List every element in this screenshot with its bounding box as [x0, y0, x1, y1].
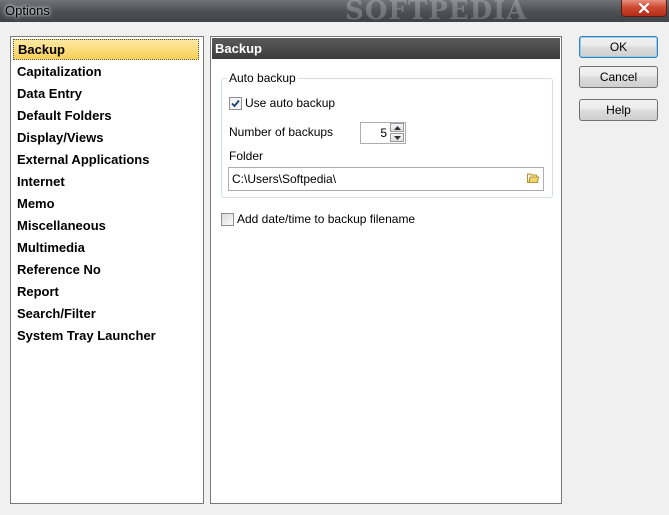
category-item-external-applications[interactable]: External Applications — [13, 149, 199, 170]
arrow-up-icon — [393, 125, 401, 130]
cancel-button[interactable]: Cancel — [579, 66, 658, 88]
window-title: Options — [5, 3, 50, 18]
category-item-display-views[interactable]: Display/Views — [13, 127, 199, 148]
category-item-report[interactable]: Report — [13, 281, 199, 302]
help-button[interactable]: Help — [579, 99, 658, 121]
category-item-default-folders[interactable]: Default Folders — [13, 105, 199, 126]
category-item-capitalization[interactable]: Capitalization — [13, 61, 199, 82]
auto-backup-group-title: Auto backup — [227, 71, 298, 85]
close-button[interactable] — [621, 0, 667, 17]
category-item-internet[interactable]: Internet — [13, 171, 199, 192]
auto-backup-group: Auto backup Use auto backup Number of ba… — [221, 71, 553, 198]
arrow-down-icon — [393, 135, 401, 140]
folder-icon[interactable] — [527, 173, 539, 183]
folder-path-value[interactable]: C:\Users\Softpedia\ — [232, 172, 336, 186]
number-of-backups-value[interactable]: 5 — [361, 126, 387, 140]
category-item-memo[interactable]: Memo — [13, 193, 199, 214]
category-item-reference-no[interactable]: Reference No — [13, 259, 199, 280]
folder-field[interactable]: C:\Users\Softpedia\ — [228, 167, 544, 191]
close-icon — [638, 3, 650, 13]
add-datetime-label: Add date/time to backup filename — [237, 212, 416, 226]
category-item-miscellaneous[interactable]: Miscellaneous — [13, 215, 199, 236]
softpedia-watermark: SOFTPEDIA — [345, 0, 528, 26]
spin-down-button[interactable] — [390, 133, 404, 142]
add-datetime-checkbox[interactable] — [221, 213, 234, 226]
number-of-backups-spinner[interactable]: 5 — [360, 122, 406, 144]
category-item-data-entry[interactable]: Data Entry — [13, 83, 199, 104]
checkmark-icon — [231, 99, 240, 108]
use-auto-backup-checkbox[interactable] — [229, 97, 242, 110]
options-dialog: Options SOFTPEDIA Backup Capitalization … — [0, 0, 669, 515]
category-item-multimedia[interactable]: Multimedia — [13, 237, 199, 258]
number-of-backups-label: Number of backups — [229, 125, 334, 139]
category-item-system-tray-launcher[interactable]: System Tray Launcher — [13, 325, 199, 346]
title-bar[interactable]: Options SOFTPEDIA — [0, 0, 669, 26]
category-list[interactable]: Backup Capitalization Data Entry Default… — [10, 36, 204, 504]
folder-label: Folder — [229, 149, 264, 163]
section-header: Backup — [212, 38, 560, 59]
category-item-backup[interactable]: Backup — [13, 39, 199, 60]
category-item-search-filter[interactable]: Search/Filter — [13, 303, 199, 324]
use-auto-backup-label: Use auto backup — [245, 96, 336, 110]
ok-button[interactable]: OK — [579, 36, 658, 58]
settings-panel: Backup Auto backup Use auto backup Numbe… — [210, 36, 562, 504]
spin-up-button[interactable] — [390, 123, 404, 132]
